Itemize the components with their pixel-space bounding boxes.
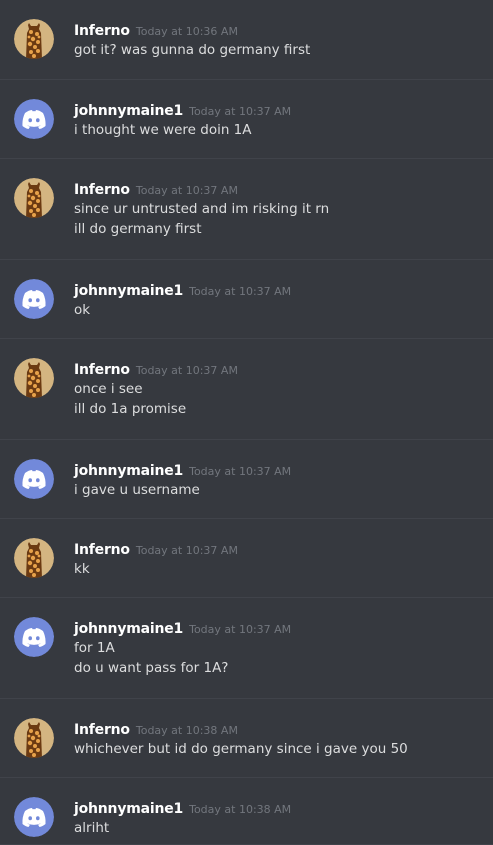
author-name[interactable]: Inferno (74, 542, 130, 558)
message-header: johnnymaine1 Today at 10:37 AM (74, 280, 473, 300)
message-text: kk (74, 561, 90, 577)
author-name[interactable]: johnnymaine1 (74, 463, 183, 479)
message-text: got it? was gunna do germany first (74, 42, 311, 58)
message-header: Inferno Today at 10:38 AM (74, 719, 473, 739)
author-name[interactable]: johnnymaine1 (74, 801, 183, 817)
message-text: whichever but id do germany since i gave… (74, 741, 408, 757)
discord-logo-avatar-icon[interactable] (14, 797, 54, 837)
message-text: once i see (74, 381, 143, 397)
message-text: alriht (74, 820, 110, 836)
message-timestamp: Today at 10:37 AM (135, 364, 238, 377)
chat-message-list[interactable]: Inferno Today at 10:36 AM got it? was gunn… (0, 0, 493, 845)
message-text: i gave u username (74, 482, 200, 498)
author-name[interactable]: johnnymaine1 (74, 621, 183, 637)
chat-message[interactable]: johnnymaine1 Today at 10:37 AM i gave u us… (0, 440, 493, 519)
message-header: Inferno Today at 10:37 AM (74, 179, 473, 199)
author-name[interactable]: johnnymaine1 (74, 283, 183, 299)
message-timestamp: Today at 10:37 AM (189, 465, 292, 478)
message-header: johnnymaine1 Today at 10:37 AM (74, 618, 473, 638)
giraffe-avatar-icon[interactable] (14, 718, 54, 758)
discord-logo-avatar-icon[interactable] (14, 99, 54, 139)
chat-message[interactable]: johnnymaine1 Today at 10:37 AM ok (0, 260, 493, 339)
message-header: Inferno Today at 10:37 AM (74, 539, 473, 559)
chat-message[interactable]: Inferno Today at 10:37 AM since ur untrust… (0, 159, 493, 260)
giraffe-avatar-icon[interactable] (14, 19, 54, 59)
discord-logo-avatar-icon[interactable] (14, 617, 54, 657)
chat-message[interactable]: johnnymaine1 Today at 10:38 AM alriht (0, 778, 493, 845)
message-timestamp: Today at 10:38 AM (135, 724, 238, 737)
chat-message[interactable]: Inferno Today at 10:38 AM whichever but id… (0, 699, 493, 778)
message-header: johnnymaine1 Today at 10:37 AM (74, 100, 473, 120)
author-name[interactable]: Inferno (74, 23, 130, 39)
chat-message[interactable]: Inferno Today at 10:36 AM got it? was gunn… (0, 0, 493, 80)
message-header: johnnymaine1 Today at 10:37 AM (74, 460, 473, 480)
chat-message[interactable]: johnnymaine1 Today at 10:37 AM for 1A do u … (0, 598, 493, 699)
author-name[interactable]: Inferno (74, 722, 130, 738)
message-header: johnnymaine1 Today at 10:38 AM (74, 798, 473, 818)
message-timestamp: Today at 10:36 AM (135, 25, 238, 38)
author-name[interactable]: johnnymaine1 (74, 103, 183, 119)
message-text: do u want pass for 1A? (74, 660, 229, 676)
giraffe-avatar-icon[interactable] (14, 538, 54, 578)
author-name[interactable]: Inferno (74, 182, 130, 198)
discord-logo-avatar-icon[interactable] (14, 279, 54, 319)
giraffe-avatar-icon[interactable] (14, 358, 54, 398)
message-timestamp: Today at 10:37 AM (135, 544, 238, 557)
message-text: ill do 1a promise (74, 401, 187, 417)
message-timestamp: Today at 10:37 AM (189, 623, 292, 636)
message-header: Inferno Today at 10:36 AM (74, 20, 473, 40)
chat-message[interactable]: Inferno Today at 10:37 AM kk (0, 519, 493, 598)
message-text: ill do germany first (74, 221, 202, 237)
chat-message[interactable]: johnnymaine1 Today at 10:37 AM i thought w… (0, 80, 493, 159)
message-text: for 1A (74, 640, 115, 656)
message-timestamp: Today at 10:37 AM (189, 105, 292, 118)
discord-logo-avatar-icon[interactable] (14, 459, 54, 499)
message-timestamp: Today at 10:38 AM (189, 803, 292, 816)
message-text: ok (74, 302, 91, 318)
message-timestamp: Today at 10:37 AM (135, 184, 238, 197)
message-timestamp: Today at 10:37 AM (189, 285, 292, 298)
author-name[interactable]: Inferno (74, 362, 130, 378)
message-text: i thought we were doin 1A (74, 122, 252, 138)
message-text: since ur untrusted and im risking it rn (74, 201, 330, 217)
chat-message[interactable]: Inferno Today at 10:37 AM once i see ill do… (0, 339, 493, 440)
giraffe-avatar-icon[interactable] (14, 178, 54, 218)
message-header: Inferno Today at 10:37 AM (74, 359, 473, 379)
